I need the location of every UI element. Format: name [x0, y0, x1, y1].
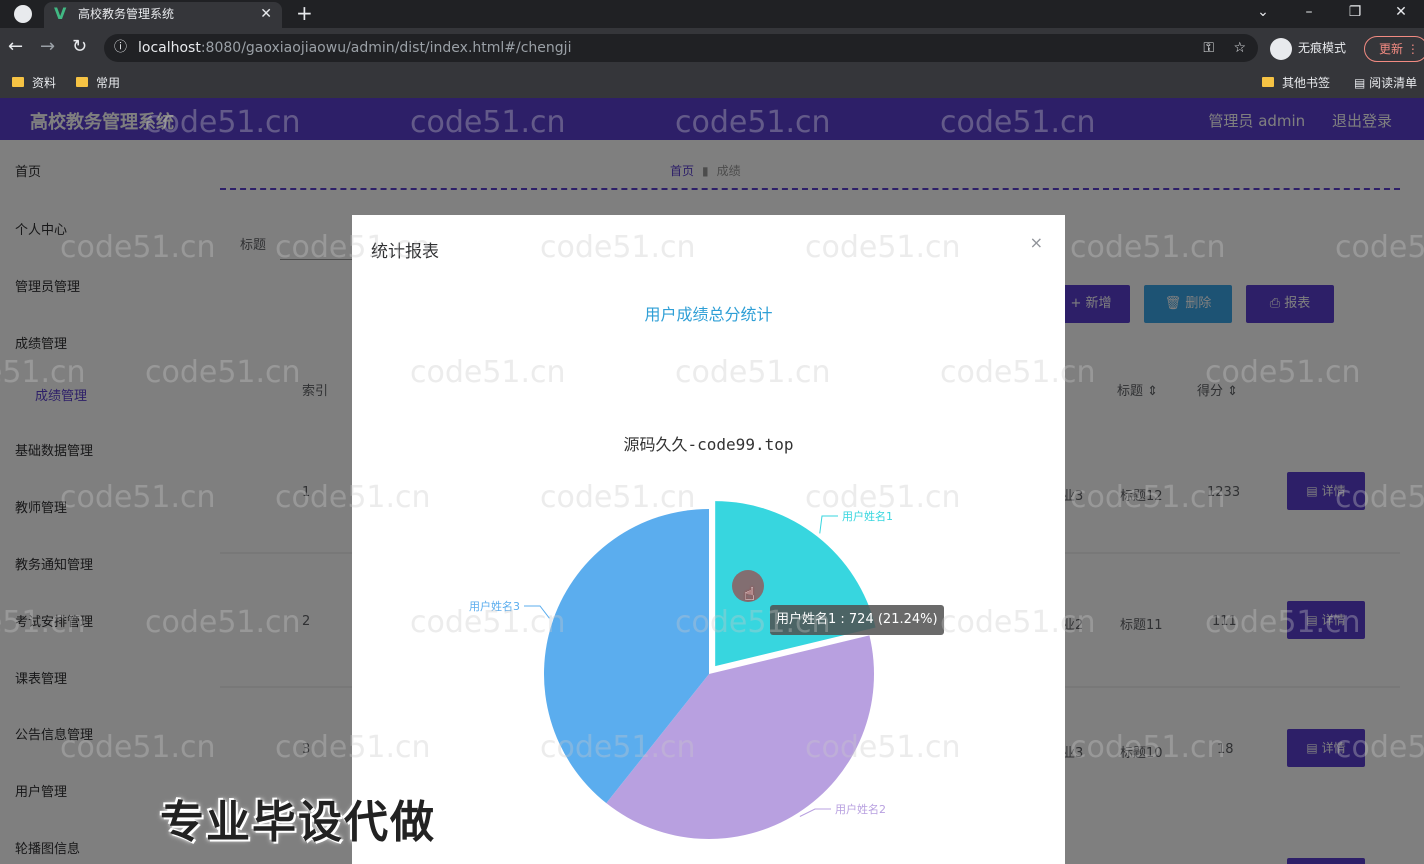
hand-cursor-icon: ☝: [744, 584, 755, 605]
chart-heading: 用户成绩总分统计: [644, 305, 773, 324]
restore-icon[interactable]: ❐: [1332, 0, 1378, 28]
tab-search-icon[interactable]: ⌄: [1240, 0, 1286, 28]
modal-title: 统计报表: [371, 242, 439, 262]
update-label: 更新: [1379, 42, 1404, 56]
pie-label-line-2: [799, 808, 831, 817]
chart-tooltip: 用户姓名1 : 724 (21.24%): [770, 605, 944, 635]
pie-label-line-3: [524, 605, 550, 619]
bookmarks-bar: 资料 常用 其他书签 ▤ 阅读清单: [0, 68, 1424, 98]
pie-label-3: 用户姓名3: [469, 599, 520, 613]
pie-label-line-1: [819, 515, 838, 534]
browser-tab-bar: V 高校教务管理系统 ✕ + ⌄ – ❐ ✕: [0, 0, 1424, 28]
bookmark-folder[interactable]: 常用: [76, 74, 120, 92]
other-bookmarks[interactable]: 其他书签: [1262, 74, 1330, 92]
bookmark-label: 常用: [96, 76, 121, 90]
back-icon[interactable]: ←: [8, 36, 23, 57]
url-path: :8080/gaoxiaojiaowu/admin/dist/index.htm…: [200, 40, 572, 56]
other-bookmarks-label: 其他书签: [1282, 76, 1331, 90]
url-input[interactable]: ⓘ localhost:8080/gaoxiaojiaowu/admin/dis…: [104, 34, 1258, 62]
site-info-icon[interactable]: ⓘ: [114, 34, 127, 62]
browser-tab[interactable]: V 高校教务管理系统 ✕: [44, 2, 282, 28]
address-bar-row: ← → ↻ ⓘ localhost:8080/gaoxiaojiaowu/adm…: [0, 28, 1424, 68]
vue-logo-icon: V: [54, 4, 67, 23]
overlay-caption: 专业毕设代做: [160, 797, 436, 848]
pie-label-1: 用户姓名1: [842, 509, 893, 523]
window-controls: ⌄ – ❐ ✕: [1240, 0, 1424, 28]
bookmark-label: 资料: [32, 76, 57, 90]
incognito-indicator[interactable]: 无痕模式: [1270, 36, 1346, 60]
update-button[interactable]: 更新 ⋮: [1364, 36, 1424, 62]
close-tab-icon[interactable]: ✕: [260, 2, 272, 26]
forward-icon[interactable]: →: [40, 36, 55, 57]
reload-icon[interactable]: ↻: [72, 36, 87, 57]
bookmark-star-icon[interactable]: ☆: [1233, 34, 1246, 62]
folder-icon: [1262, 77, 1274, 87]
bookmark-folder[interactable]: 资料: [12, 74, 56, 92]
pie-chart[interactable]: 用户姓名1 用户姓名2 用户姓名3: [352, 415, 1065, 864]
url-host: localhost: [138, 40, 201, 56]
reading-list-label: 阅读清单: [1369, 76, 1418, 90]
folder-icon: [12, 77, 24, 87]
folder-icon: [76, 77, 88, 87]
pie-label-2: 用户姓名2: [835, 802, 886, 816]
browser-tab-title: 高校教务管理系统: [78, 7, 175, 21]
close-window-icon[interactable]: ✕: [1378, 0, 1424, 28]
key-icon[interactable]: ⚿: [1203, 34, 1214, 62]
new-tab-button[interactable]: +: [296, 1, 313, 25]
close-icon[interactable]: ×: [1030, 233, 1043, 252]
minimize-icon[interactable]: –: [1286, 0, 1332, 28]
incognito-label: 无痕模式: [1298, 41, 1347, 55]
browser-logo-icon: [14, 5, 32, 23]
reading-list[interactable]: ▤ 阅读清单: [1354, 74, 1417, 92]
report-modal: 统计报表 × 用户成绩总分统计 源码久久-code99.top 用户姓名1 用户姓…: [352, 215, 1065, 864]
incognito-icon: [1270, 37, 1292, 60]
